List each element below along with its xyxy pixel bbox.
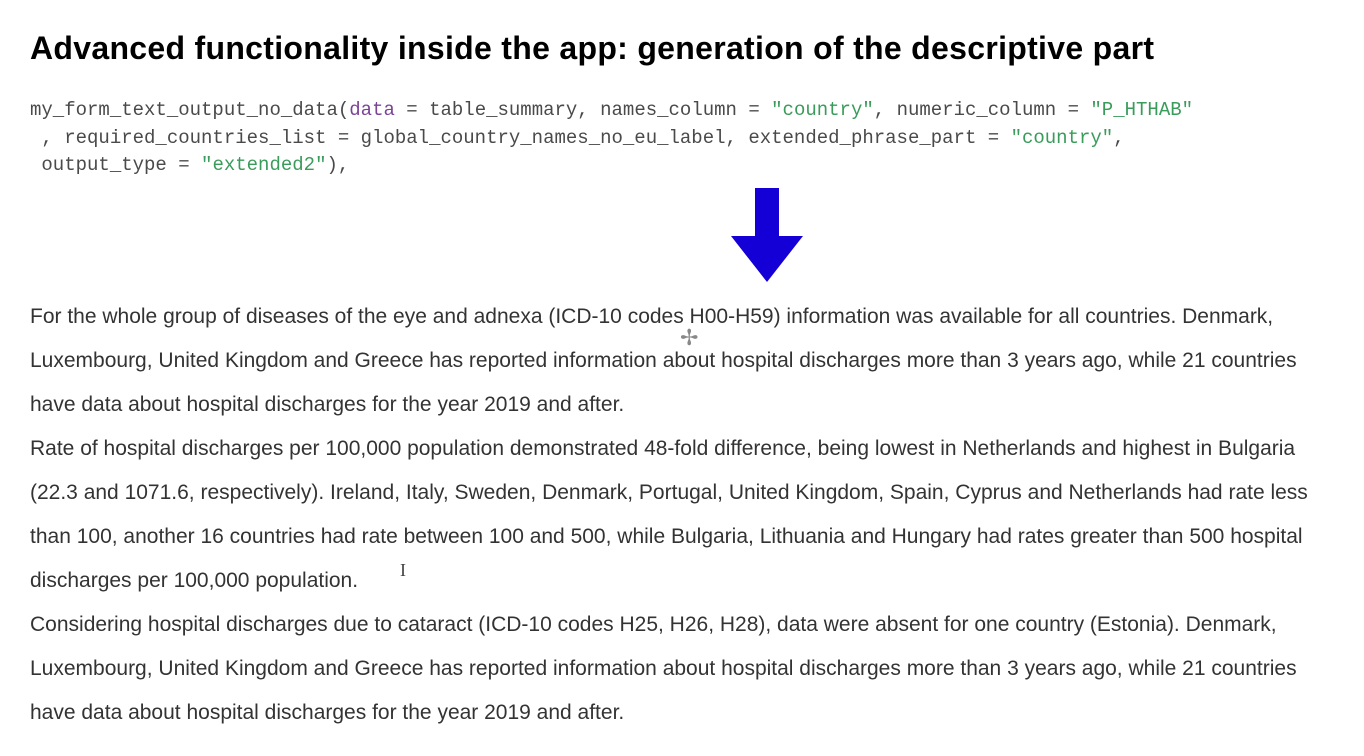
code-keyword-data: data [349,99,395,121]
code-text: , required_countries_list = global_count… [30,127,1011,149]
prose-paragraph-3: Considering hospital discharges due to c… [30,603,1334,735]
prose-paragraph-1: For the whole group of diseases of the e… [30,295,1334,427]
generated-text: For the whole group of diseases of the e… [30,295,1334,736]
arrow-container [30,188,1334,283]
code-text: = table_summary, names_column = [395,99,771,121]
code-string: "extended2" [201,154,326,176]
code-string: "country" [1011,127,1114,149]
slide-heading: Advanced functionality inside the app: g… [30,30,1334,67]
code-func: my_form_text_output_no_data [30,99,338,121]
down-arrow-icon [727,188,807,283]
code-string: "country" [771,99,874,121]
code-snippet: my_form_text_output_no_data(data = table… [30,97,1334,180]
code-text: , numeric_column = [874,99,1091,121]
code-text: , [1113,127,1124,149]
code-text: ), [326,154,349,176]
prose-paragraph-2: Rate of hospital discharges per 100,000 … [30,427,1334,603]
code-string: "P_HTHAB" [1090,99,1193,121]
code-text: output_type = [30,154,201,176]
